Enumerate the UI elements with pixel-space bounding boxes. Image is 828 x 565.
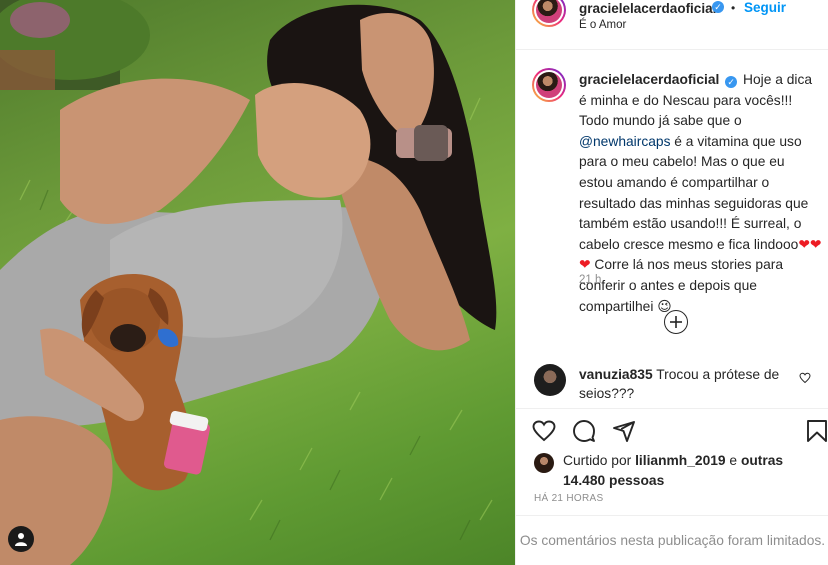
follow-button[interactable]: Seguir [744,0,786,15]
comments-limited-notice: Os comentários nesta publicação foram li… [516,515,828,565]
post-header: gracielelacerdaoficial ✓ • Seguir É o Am… [516,0,828,50]
likes-text: Curtido por lilianmh_2019 e outras 14.48… [563,451,813,490]
user-tag-button[interactable] [8,526,34,552]
caption-body-2: é a vitamina que uso para o meu cabelo! … [579,133,809,252]
comment-icon[interactable] [572,419,596,443]
location-link[interactable]: É o Amor [579,19,626,31]
load-more-comments-button[interactable] [664,310,688,334]
add-circle-icon [670,316,682,328]
commenter-username[interactable]: vanuzia835 [579,367,653,382]
bookmark-icon[interactable] [806,419,828,443]
heart-icon[interactable] [532,419,556,443]
separator-dot: • [731,1,736,15]
share-icon[interactable] [612,419,636,443]
comment-like-icon[interactable] [799,372,811,384]
liker-username[interactable]: lilianmh_2019 [635,453,726,468]
likes-middle: e [725,453,741,468]
caption-text: gracielelacerdaoficial ✓ Hoje a dica é m… [579,70,822,317]
caption-username[interactable]: gracielelacerdaoficial [579,72,719,87]
verified-icon: ✓ [712,1,724,13]
liker-avatar[interactable] [534,453,554,473]
photo-scene [0,0,497,565]
user-tag-icon [15,533,27,546]
mention-link[interactable]: @newhaircaps [579,134,670,149]
comment-text: vanuzia835 Trocou a prótese de seios??? [579,365,789,403]
caption-body-3: Corre lá nos meus stories para conferir … [579,257,784,314]
side-panel: gracielelacerdaoficial ✓ • Seguir É o Am… [515,0,828,565]
caption-time: 21 h [579,274,602,286]
verified-icon: ✓ [725,76,738,89]
author-avatar[interactable] [532,0,566,27]
caption-avatar[interactable] [532,68,566,102]
instagram-post: gracielelacerdaoficial ✓ • Seguir É o Am… [0,0,828,565]
author-username[interactable]: gracielelacerdaoficial [579,1,716,16]
commenter-avatar[interactable] [534,364,566,396]
post-timestamp[interactable]: HÁ 21 HORAS [534,493,603,504]
post-photo[interactable] [0,0,515,565]
likes-prefix: Curtido por [563,453,636,468]
